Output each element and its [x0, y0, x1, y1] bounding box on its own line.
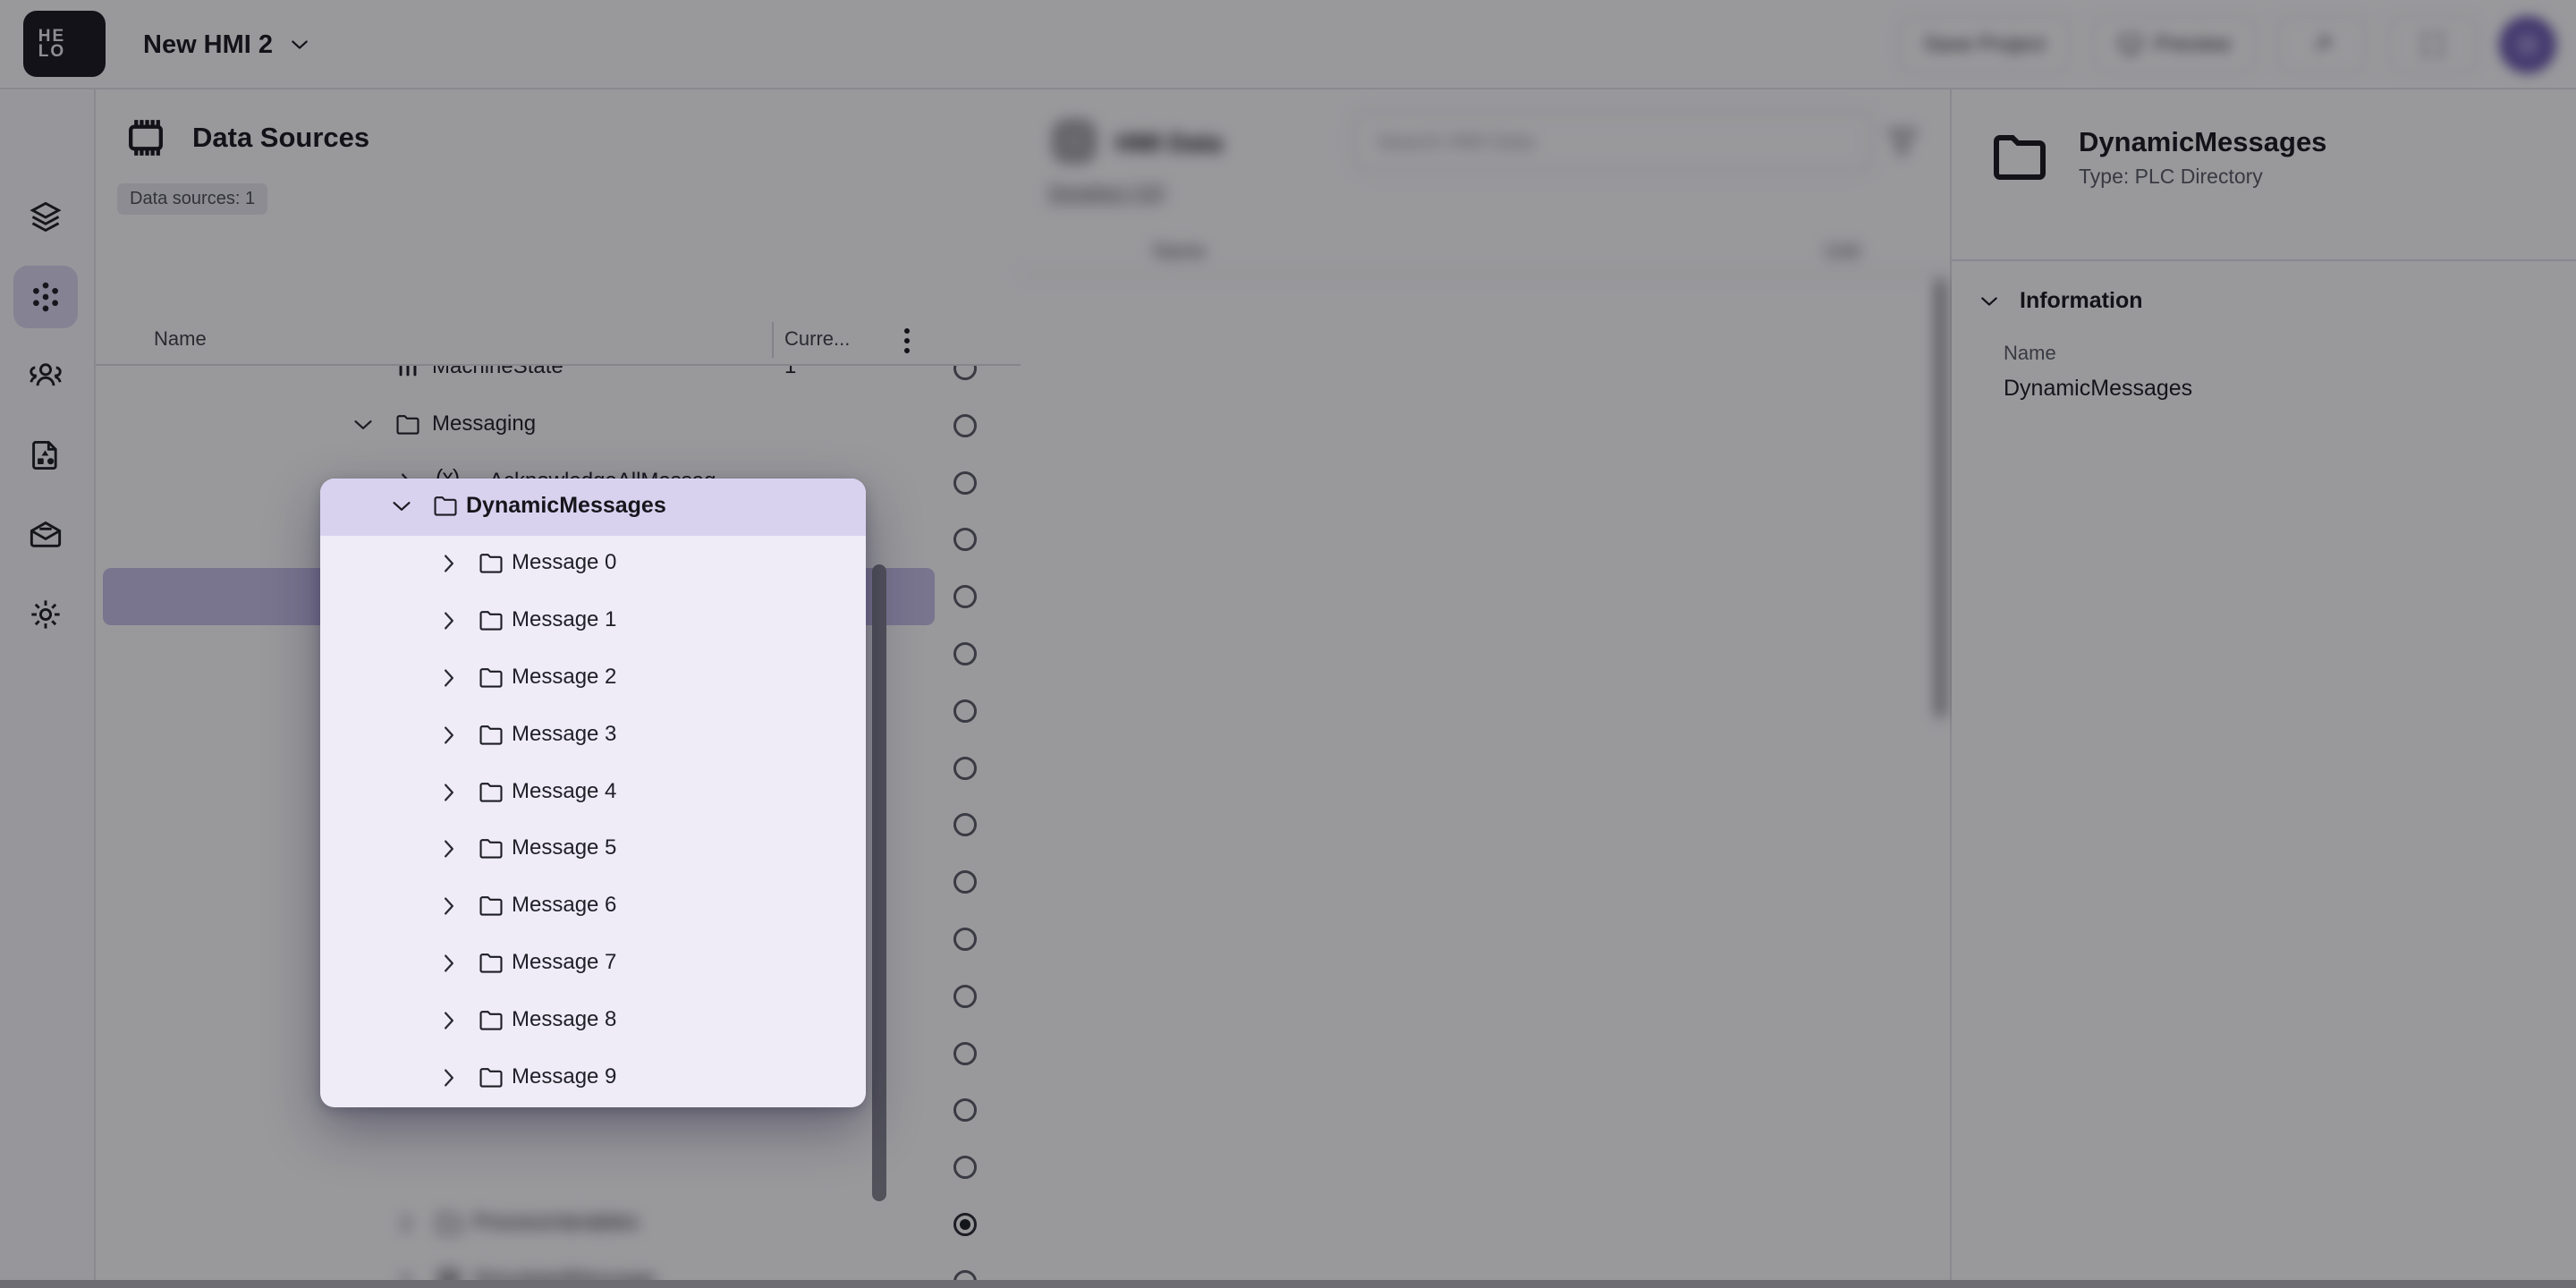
tree-row-message-6[interactable]: Message 6 — [320, 878, 866, 936]
tree-row-message-4[interactable]: Message 4 — [320, 765, 866, 822]
tree-row-message-2[interactable]: Message 2 — [320, 650, 866, 708]
chevron-right-icon[interactable] — [437, 666, 461, 690]
tree-row-message-8[interactable]: Message 8 — [320, 993, 866, 1050]
tree-row-message-1[interactable]: Message 1 — [320, 593, 866, 650]
folder-icon — [478, 892, 504, 919]
folder-icon — [478, 606, 504, 633]
chevron-down-icon[interactable] — [390, 495, 413, 518]
chevron-right-icon[interactable] — [437, 837, 461, 860]
folder-icon — [432, 492, 459, 519]
tree-row-message-9[interactable]: Message 9 — [320, 1050, 866, 1107]
app-root: HELO New HMI 2 Save Project Preview — [0, 0, 2576, 1288]
folder-icon — [478, 721, 504, 748]
folder-icon — [478, 835, 504, 861]
folder-icon — [478, 664, 504, 691]
folder-icon — [478, 1063, 504, 1090]
tree-row-message-7[interactable]: Message 7 — [320, 936, 866, 993]
chevron-right-icon[interactable] — [437, 552, 461, 575]
chevron-right-icon[interactable] — [437, 724, 461, 747]
chevron-right-icon[interactable] — [437, 1009, 461, 1032]
tree-row-message-0[interactable]: Message 0 — [320, 536, 866, 593]
tree-row-dynamicmessages[interactable]: DynamicMessages — [320, 479, 866, 536]
chevron-right-icon[interactable] — [437, 609, 461, 632]
chevron-right-icon[interactable] — [437, 952, 461, 975]
folder-icon — [478, 778, 504, 805]
chevron-right-icon[interactable] — [437, 894, 461, 918]
tree-row-message-5[interactable]: Message 5 — [320, 821, 866, 878]
folder-icon — [478, 549, 504, 576]
chevron-right-icon[interactable] — [437, 781, 461, 804]
folder-icon — [478, 949, 504, 976]
dynamic-messages-popover: DynamicMessages Message 0Message 1Messag… — [320, 479, 866, 1107]
folder-icon — [478, 1006, 504, 1033]
tree-row-message-3[interactable]: Message 3 — [320, 708, 866, 765]
chevron-right-icon[interactable] — [437, 1066, 461, 1089]
